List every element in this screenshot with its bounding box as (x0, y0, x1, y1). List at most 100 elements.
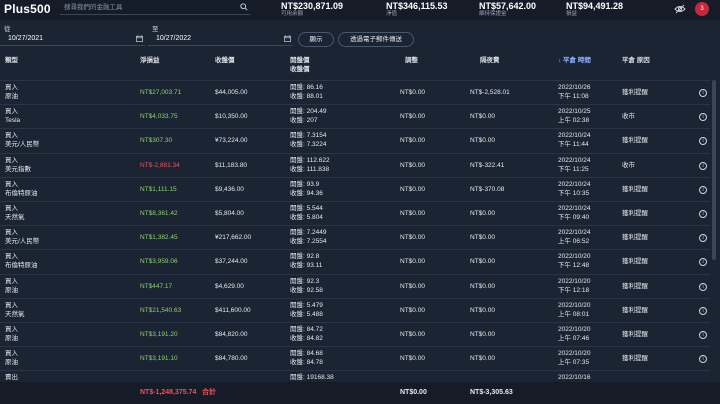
row-close-time: 下午 12:48 (558, 262, 590, 270)
calendar-icon[interactable] (136, 35, 143, 42)
row-close-price: $5,804.00 (215, 210, 244, 217)
col-close-price[interactable]: 收盤價 (215, 57, 235, 65)
row-open-price: 開盤: 7.3154 (290, 132, 327, 140)
col-pnl[interactable]: 淨損益 (140, 57, 160, 65)
row-close-price: $84,820.00 (215, 331, 248, 338)
total-overnight: NT$-3,305.63 (470, 389, 513, 396)
row-adjust: NT$0.00 (400, 89, 425, 96)
stat-value: NT$346,115.53 (386, 1, 448, 11)
from-date-value: 10/27/2021 (8, 35, 44, 42)
row-type: 買入 (5, 277, 18, 285)
from-date-input[interactable]: 10/27/2021 (0, 32, 145, 46)
row-close-price: $10,350.00 (215, 113, 248, 121)
table-row[interactable]: 賣出 開盤: 19168.38 2022/10/16 (0, 370, 710, 380)
scrollbar[interactable] (712, 80, 716, 380)
table-row[interactable]: 買入 原油 NT$3,191.10 $84,780.00 開盤: 84.68 收盤: 84… (0, 346, 710, 370)
info-icon[interactable]: i (699, 161, 707, 170)
info-icon[interactable]: i (699, 185, 707, 194)
stat-label: 維持保證金 (479, 11, 507, 17)
row-adjust: NT$0.00 (400, 258, 425, 266)
table-row[interactable]: 買入 天然氣 NT$8,361.42 $5,804.00 開盤: 5.544 收盤: 5.… (0, 201, 710, 225)
notification-badge[interactable]: 3 (695, 2, 709, 16)
stat-value: NT$94,491.28 (566, 1, 624, 11)
search-placeholder: 搜尋我們的金融工具 (64, 4, 123, 11)
row-type: 買入 (5, 326, 18, 333)
row-pnl: NT$4,033.75 (140, 113, 178, 121)
row-overnight: NT$-2,528.01 (470, 89, 510, 96)
calendar-icon[interactable] (284, 35, 291, 42)
row-type: 買入 (5, 253, 18, 261)
row-overnight: NT$0.00 (470, 258, 495, 266)
search-icon[interactable] (240, 3, 248, 11)
col-open-price[interactable]: 開盤價 (290, 57, 310, 65)
row-overnight: NT$0.00 (470, 137, 495, 145)
row-pnl: NT$447.17 (140, 282, 173, 290)
row-close-date: 2022/10/16 (558, 374, 591, 380)
info-icon[interactable]: i (699, 89, 707, 97)
email-button[interactable]: 透過電子郵件傳送 (338, 32, 414, 47)
stat-label: 損益 (566, 11, 578, 17)
info-icon[interactable]: i (699, 137, 707, 146)
row-close-reason: 獲利提醒 (622, 234, 648, 242)
row-closing-price: 收盤: 7.2554 (290, 238, 327, 246)
info-icon[interactable]: i (699, 282, 707, 291)
col-adjust[interactable]: 調整 (405, 57, 418, 65)
row-open-price: 開盤: 86.16 (290, 84, 323, 91)
scrollbar-thumb[interactable] (712, 80, 716, 260)
row-close-date: 2022/10/26 (558, 84, 591, 91)
plus500-logo[interactable]: Plus500 (4, 2, 51, 16)
info-icon[interactable]: i (699, 331, 707, 339)
to-date-input[interactable]: 10/27/2022 (148, 32, 293, 46)
row-type: 買入 (5, 205, 18, 212)
info-icon[interactable]: i (699, 210, 707, 218)
search-input[interactable]: 搜尋我們的金融工具 (60, 2, 250, 15)
row-close-price: ¥73,224.00 (215, 137, 248, 145)
col-close-time[interactable]: ↓ 平倉 時間 (558, 57, 591, 65)
row-open-price: 開盤: 84.68 (290, 350, 323, 358)
stat-maintenance-margin: NT$57,642.00 維持保證金 (479, 1, 536, 18)
table-row[interactable]: 買入 原油 NT$27,003.71 $44,005.00 開盤: 86.16 收盤: 8… (0, 80, 710, 104)
col-overnight[interactable]: 隔夜費 (480, 57, 500, 65)
table-row[interactable]: 買入 原油 NT$3,191.20 $84,820.00 開盤: 84.72 收盤: 84… (0, 322, 710, 346)
row-closing-price: 收盤: 5.488 (290, 310, 323, 318)
info-icon[interactable]: i (699, 234, 707, 243)
table-row[interactable]: 買入 布倫特原油 NT$3,959.06 $37,244.00 開盤: 92.8 收盤: … (0, 249, 710, 273)
row-adjust: NT$0.00 (400, 355, 425, 363)
info-icon[interactable]: i (699, 306, 707, 315)
table-row[interactable]: 買入 美元/人民幣 NT$1,382.45 ¥217,662.00 開盤: 7.2449… (0, 225, 710, 249)
info-icon[interactable]: i (699, 113, 707, 122)
info-icon[interactable]: i (699, 355, 707, 364)
row-close-time: 下午 12:18 (558, 286, 590, 294)
row-close-date: 2022/10/20 (558, 277, 591, 285)
stat-equity: NT$346,115.53 淨值 (386, 1, 448, 18)
row-close-date: 2022/10/24 (558, 180, 591, 188)
row-adjust: NT$0.00 (400, 234, 425, 242)
stat-available-balance: NT$230,871.09 可用余額 (281, 1, 343, 18)
row-closing-price: 收盤: 88.01 (290, 93, 323, 100)
row-close-reason: 獲利提醒 (622, 258, 648, 266)
row-close-reason: 獲利提醒 (622, 137, 648, 145)
row-overnight: NT$0.00 (470, 282, 495, 290)
col-close-reason[interactable]: 平倉 原因 (622, 57, 650, 65)
row-pnl: NT$3,191.10 (140, 355, 178, 363)
table-row[interactable]: 買入 布倫特原油 NT$1,111.15 $9,436.00 開盤: 93.9 收盤: 9… (0, 176, 710, 201)
row-type: 賣出 (5, 374, 18, 380)
row-overnight: NT$0.00 (470, 355, 495, 363)
row-instrument: Tesla (5, 117, 21, 125)
hide-balance-icon[interactable] (674, 4, 686, 14)
table-row[interactable]: 買入 美元指數 NT$-2,881.34 $11,183.80 開盤: 112.622 收… (0, 152, 710, 177)
row-pnl: NT$307.30 (140, 137, 173, 145)
table-row[interactable]: 買入 Tesla NT$4,033.75 $10,350.00 開盤: 204.49 收盤… (0, 104, 710, 128)
show-button[interactable]: 顯示 (298, 32, 334, 47)
row-close-reason: 收市 (622, 113, 635, 121)
row-type: 買入 (5, 84, 18, 91)
info-icon[interactable]: i (699, 258, 707, 267)
row-pnl: NT$1,111.15 (140, 185, 177, 193)
col-type[interactable]: 類型 (5, 57, 18, 65)
table-row[interactable]: 買入 原油 NT$447.17 $4,629.00 開盤: 92.3 收盤: 92.58 N… (0, 273, 710, 298)
row-adjust: NT$0.00 (400, 210, 425, 217)
row-adjust: NT$0.00 (400, 161, 425, 169)
table-row[interactable]: 買入 美元/人民幣 NT$307.30 ¥73,224.00 開盤: 7.3154 收盤:… (0, 128, 710, 152)
table-row[interactable]: 買入 天然氣 NT$21,540.63 $411,600.00 開盤: 5.479 收盤:… (0, 297, 710, 322)
row-close-price: $84,780.00 (215, 355, 248, 363)
